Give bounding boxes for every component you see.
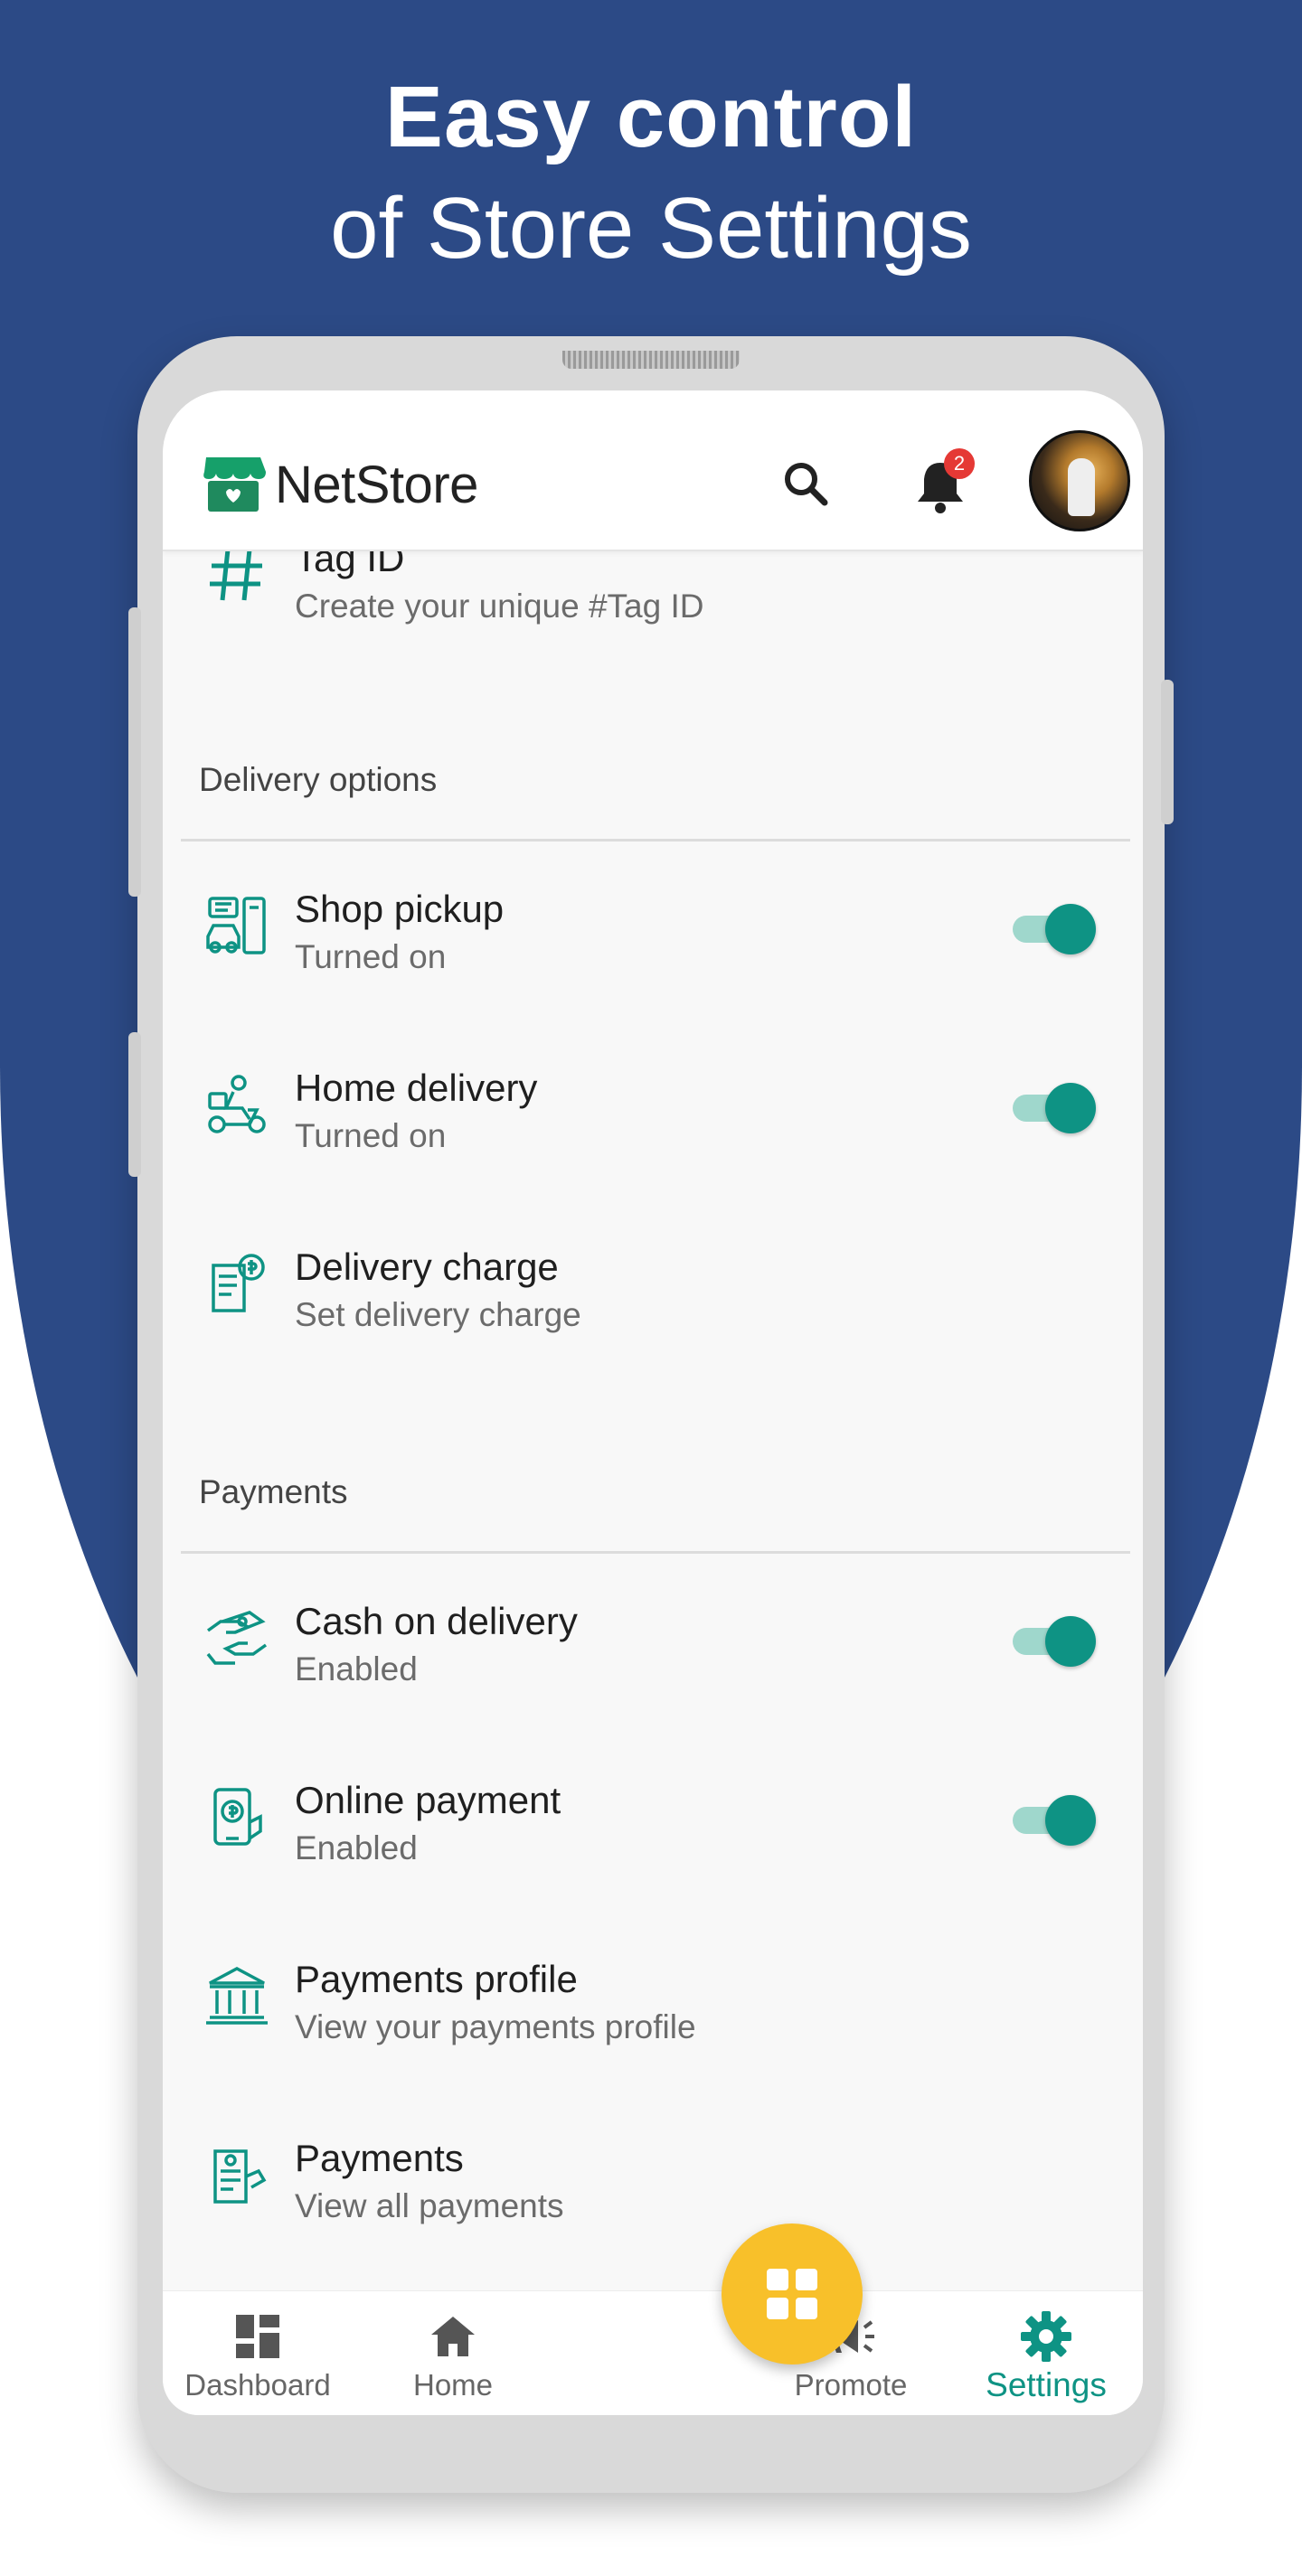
- phone-frame: NetStore 2 Tag ID Create your unique #Ta…: [128, 336, 1174, 2493]
- list-item-title: Cash on delivery: [295, 1600, 578, 1642]
- delivery-charge-icon: [212, 1254, 265, 1312]
- app-screen: NetStore 2 Tag ID Create your unique #Ta…: [163, 390, 1143, 2415]
- gear-icon: [1021, 2311, 1071, 2362]
- shop-pickup-icon: [206, 897, 266, 954]
- list-item-title: Payments: [295, 2137, 464, 2179]
- shop-pickup-toggle[interactable]: [1013, 902, 1096, 956]
- delivery-scooter-icon: [208, 1075, 266, 1133]
- list-item-subtitle: Enabled: [295, 1829, 418, 1866]
- headline-line-2: of Store Settings: [330, 180, 972, 277]
- list-item-delivery-charge[interactable]: Delivery charge Set delivery charge: [163, 1208, 1143, 1361]
- invoice-icon: [213, 2149, 267, 2204]
- list-item-subtitle: View your payments profile: [295, 2008, 696, 2045]
- list-item-shop-pickup[interactable]: Shop pickup Turned on: [163, 850, 1143, 1003]
- list-item-payments-profile[interactable]: Payments profile View your payments prof…: [163, 1920, 1143, 2073]
- home-delivery-toggle[interactable]: [1013, 1081, 1096, 1135]
- list-item-title: Payments profile: [295, 1958, 578, 2000]
- dashboard-icon: [236, 2315, 279, 2358]
- list-item-subtitle: Turned on: [295, 1117, 447, 1154]
- section-divider: [181, 839, 1130, 841]
- list-item-subtitle: Create your unique #Tag ID: [295, 588, 704, 625]
- list-item-home-delivery[interactable]: Home delivery Turned on: [163, 1029, 1143, 1182]
- nav-label: Settings: [986, 2366, 1107, 2403]
- nav-label: Promote: [794, 2368, 908, 2402]
- nav-item-home[interactable]: Home: [367, 2304, 539, 2411]
- app-title: NetStore: [275, 456, 478, 514]
- headline-line-1: Easy control: [384, 69, 918, 165]
- store-logo-icon: [203, 457, 266, 512]
- search-icon[interactable]: [774, 452, 837, 515]
- bank-icon: [206, 1967, 268, 2025]
- cash-hand-icon: [206, 1611, 268, 1665]
- list-item-title: Delivery charge: [295, 1246, 559, 1288]
- home-icon: [431, 2317, 475, 2356]
- marketing-headline: Easy control of Store Settings: [0, 63, 1302, 286]
- nav-item-settings[interactable]: Settings: [960, 2304, 1132, 2411]
- bottom-navigation: Dashboard Home Promote Settings: [163, 2290, 1143, 2415]
- online-payment-icon: [213, 1788, 262, 1846]
- avatar[interactable]: [1029, 430, 1130, 531]
- notification-badge: 2: [944, 448, 975, 479]
- list-item-subtitle: View all payments: [295, 2187, 564, 2224]
- cash-on-delivery-toggle[interactable]: [1013, 1614, 1096, 1669]
- list-item-payments[interactable]: Payments View all payments: [163, 2099, 1143, 2252]
- nav-label: Dashboard: [184, 2368, 331, 2402]
- phone-side-button: [128, 1032, 141, 1177]
- list-item-subtitle: Turned on: [295, 938, 447, 975]
- list-item-cash-on-delivery[interactable]: Cash on delivery Enabled: [163, 1562, 1143, 1716]
- phone-side-button: [128, 607, 141, 897]
- list-item-title: Home delivery: [295, 1067, 538, 1109]
- list-item-subtitle: Enabled: [295, 1650, 418, 1688]
- section-header-delivery: Delivery options: [199, 761, 438, 798]
- apps-fab-button[interactable]: [722, 2223, 863, 2364]
- list-item-title: Shop pickup: [295, 888, 505, 930]
- avatar-figure: [1068, 458, 1095, 516]
- nav-item-dashboard[interactable]: Dashboard: [172, 2304, 344, 2411]
- app-bar: NetStore 2: [163, 390, 1143, 551]
- list-item-title: Online payment: [295, 1779, 561, 1821]
- phone-speaker: [562, 351, 740, 369]
- list-item-subtitle: Set delivery charge: [295, 1296, 581, 1333]
- section-header-payments: Payments: [199, 1473, 348, 1510]
- online-payment-toggle[interactable]: [1013, 1793, 1096, 1847]
- phone-side-button: [1161, 680, 1174, 824]
- section-divider: [181, 1551, 1130, 1554]
- nav-label: Home: [412, 2368, 494, 2402]
- list-item-online-payment[interactable]: Online payment Enabled: [163, 1741, 1143, 1894]
